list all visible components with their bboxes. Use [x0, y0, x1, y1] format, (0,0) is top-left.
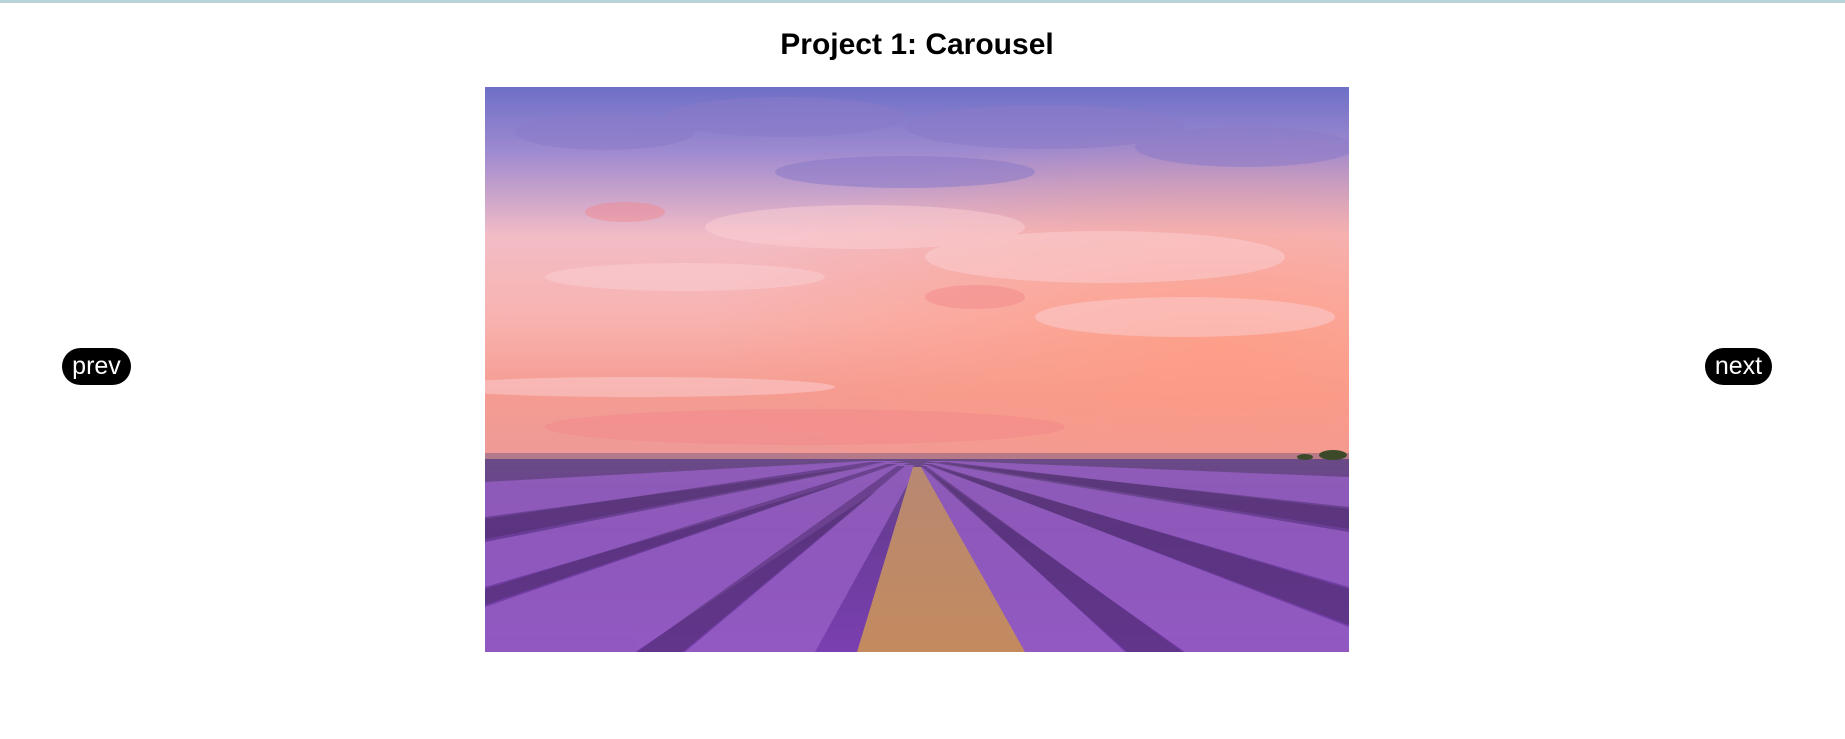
prev-button[interactable]: prev: [62, 348, 131, 385]
next-button[interactable]: next: [1705, 348, 1772, 385]
carousel: prev next: [0, 0, 1845, 739]
carousel-slide-image: [485, 87, 1349, 652]
